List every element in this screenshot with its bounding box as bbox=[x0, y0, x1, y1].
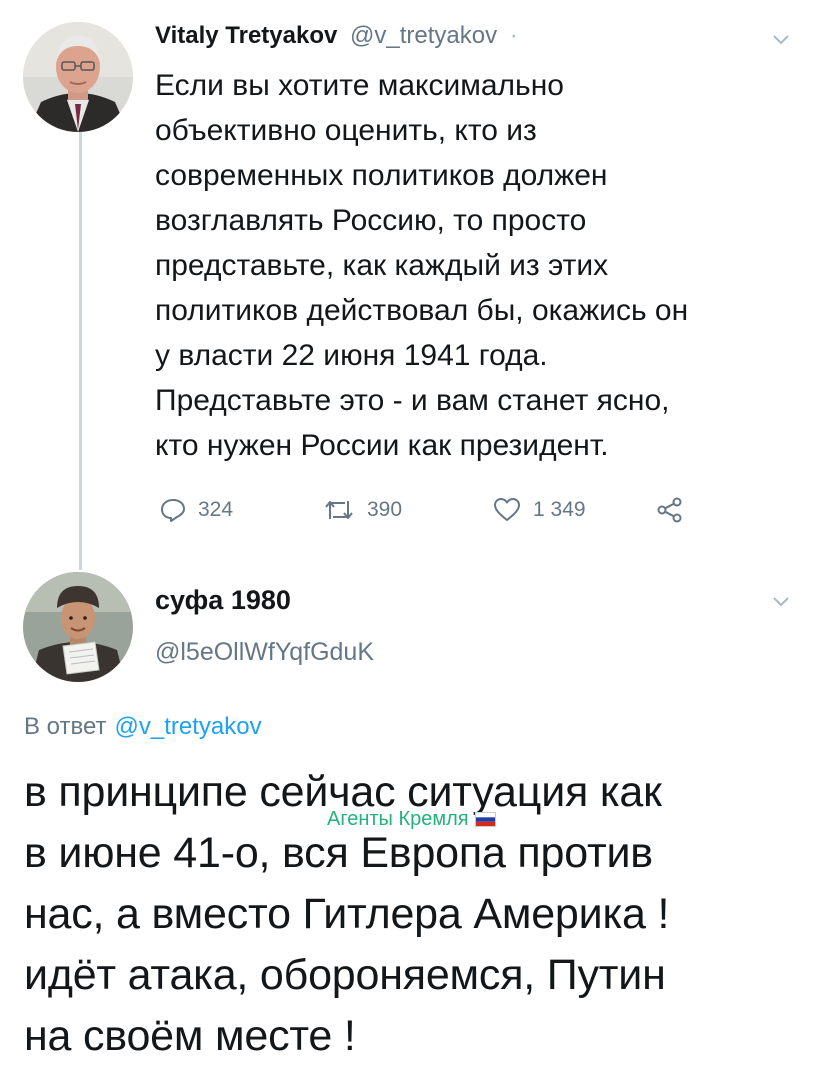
watermark: Агенты Кремля bbox=[327, 808, 496, 831]
avatar-photo-vitaly bbox=[23, 22, 133, 132]
retweet-button[interactable]: 390 bbox=[323, 494, 402, 526]
heart-icon bbox=[494, 498, 520, 521]
watermark-text: Агенты Кремля bbox=[327, 808, 469, 830]
reply-context-handle[interactable]: @v_tretyakov bbox=[115, 713, 262, 740]
thread-line bbox=[79, 128, 82, 570]
chevron-down-icon bbox=[773, 597, 789, 607]
tweet1-author-handle[interactable]: @v_tretyakov bbox=[350, 22, 497, 49]
like-count: 1 349 bbox=[533, 498, 586, 521]
retweet-count: 390 bbox=[367, 498, 403, 521]
tweet2-author-handle[interactable]: @l5eOllWfYqfGduK bbox=[155, 638, 374, 667]
tweet1-time-separator: · bbox=[509, 22, 518, 49]
retweet-icon bbox=[325, 501, 353, 519]
tweet1-author-name[interactable]: Vitaly Tretyakov bbox=[155, 22, 337, 49]
avatar-photo-sufa bbox=[23, 572, 133, 682]
reply-context: В ответ @v_tretyakov bbox=[24, 713, 262, 741]
reply-button[interactable]: 324 bbox=[160, 494, 233, 526]
share-button[interactable] bbox=[656, 494, 684, 526]
reply-count: 324 bbox=[198, 498, 234, 521]
tweet1-menu-button[interactable] bbox=[772, 30, 790, 53]
avatar-tweet2[interactable] bbox=[23, 572, 133, 682]
avatar-tweet1[interactable] bbox=[23, 22, 133, 132]
russian-flag-icon bbox=[474, 812, 496, 827]
reply-context-prefix: В ответ bbox=[24, 713, 107, 740]
tweet1-header: Vitaly Tretyakov @v_tretyakov · bbox=[155, 22, 518, 50]
share-icon bbox=[657, 497, 682, 523]
tweet2-author-name[interactable]: суфа 1980 bbox=[155, 585, 291, 616]
like-button[interactable]: 1 349 bbox=[493, 494, 586, 526]
tweet2-menu-button[interactable] bbox=[772, 592, 790, 615]
chevron-down-icon bbox=[773, 35, 789, 45]
reply-icon bbox=[161, 499, 185, 522]
tweet1-text: Если вы хотите максимально объективно оц… bbox=[155, 69, 689, 462]
